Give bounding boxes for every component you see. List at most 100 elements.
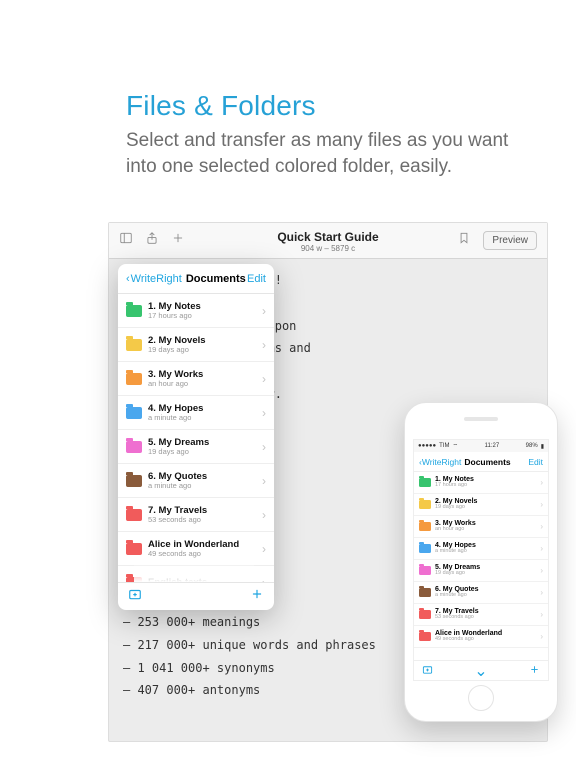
status-bar: ●●●●● TIM ⌔ 11:27 98% ▮	[414, 440, 548, 452]
chevron-right-icon: ›	[540, 522, 543, 531]
folder-time: 49 seconds ago	[435, 637, 502, 643]
chevron-right-icon: ›	[262, 440, 266, 454]
chevron-right-icon: ›	[540, 544, 543, 553]
new-folder-icon[interactable]	[128, 587, 142, 606]
folder-time: 17 hours ago	[148, 312, 201, 320]
folder-icon	[126, 339, 142, 351]
list-item[interactable]: 4. My Hopes a minute ago ›	[118, 396, 274, 430]
folder-time: a minute ago	[435, 549, 476, 555]
iphone-screen: ●●●●● TIM ⌔ 11:27 98% ▮ ‹WriteRight Docu…	[413, 439, 549, 681]
folder-time: 53 seconds ago	[435, 615, 479, 621]
folder-icon	[419, 588, 431, 597]
chevron-right-icon: ›	[540, 610, 543, 619]
new-folder-icon[interactable]	[422, 662, 433, 680]
hero-title: Files & Folders	[126, 90, 540, 122]
folder-list: 1. My Notes 17 hours ago › 2. My Novels …	[118, 294, 274, 582]
folder-icon	[126, 407, 142, 419]
chevron-right-icon: ›	[540, 588, 543, 597]
chevron-right-icon: ›	[540, 500, 543, 509]
iphone-device: ●●●●● TIM ⌔ 11:27 98% ▮ ‹WriteRight Docu…	[404, 402, 558, 722]
folder-icon	[419, 478, 431, 487]
list-item[interactable]: 5. My Dreams 19 days ago ›	[414, 560, 548, 582]
clock: 11:27	[461, 443, 523, 449]
documents-popover: ‹ WriteRight Documents Edit 1. My Notes …	[118, 264, 274, 610]
add-icon[interactable]	[529, 662, 540, 680]
folder-icon	[419, 566, 431, 575]
folder-icon	[126, 441, 142, 453]
back-button[interactable]: ‹ WriteRight	[126, 273, 182, 285]
chevron-down-icon[interactable]: ⌄	[474, 661, 487, 681]
folder-time: an hour ago	[148, 380, 203, 388]
popover-title: Documents	[186, 273, 246, 285]
plus-icon[interactable]	[171, 231, 185, 250]
battery-icon: ▮	[541, 443, 544, 450]
chevron-right-icon: ›	[262, 406, 266, 420]
list-item[interactable]: 1. My Notes 17 hours ago ›	[118, 294, 274, 328]
folder-icon	[126, 543, 142, 555]
iphone-edit-button[interactable]: Edit	[528, 457, 543, 467]
add-icon[interactable]	[250, 587, 264, 606]
list-item[interactable]: 6. My Quotes a minute ago ›	[118, 464, 274, 498]
list-item[interactable]: 6. My Quotes a minute ago ›	[414, 582, 548, 604]
list-item[interactable]: 3. My Works an hour ago ›	[118, 362, 274, 396]
chevron-right-icon: ›	[262, 542, 266, 556]
folder-time: 49 seconds ago	[148, 550, 239, 558]
list-item[interactable]: 3. My Works an hour ago ›	[414, 516, 548, 538]
sidebar-icon[interactable]	[119, 231, 133, 250]
folder-icon	[126, 509, 142, 521]
folder-time: an hour ago	[435, 527, 476, 533]
list-item[interactable]: 7. My Travels 53 seconds ago ›	[414, 604, 548, 626]
folder-icon	[126, 475, 142, 487]
preview-button[interactable]: Preview	[483, 231, 537, 250]
folder-time: 19 days ago	[148, 346, 206, 354]
iphone-title: Documents	[464, 457, 510, 467]
hero-subtitle: Select and transfer as many files as you…	[126, 128, 540, 179]
folder-time: 17 hours ago	[435, 483, 474, 489]
iphone-folder-list: 1. My Notes 17 hours ago › 2. My Novels …	[414, 472, 548, 660]
list-item[interactable]: 7. My Travels 53 seconds ago ›	[118, 498, 274, 532]
folder-time: 53 seconds ago	[148, 516, 207, 524]
chevron-right-icon: ›	[540, 632, 543, 641]
list-item[interactable]: English texts ›	[118, 566, 274, 582]
iphone-back-button[interactable]: ‹WriteRight	[419, 457, 461, 467]
chevron-right-icon: ›	[540, 478, 543, 487]
iphone-back-label: WriteRight	[422, 457, 462, 467]
folder-icon	[126, 305, 142, 317]
chevron-right-icon: ›	[262, 474, 266, 488]
chevron-left-icon: ‹	[126, 273, 130, 285]
chevron-right-icon: ›	[262, 508, 266, 522]
edit-button[interactable]: Edit	[247, 273, 266, 285]
list-item[interactable]: Alice in Wonderland 49 seconds ago ›	[414, 626, 548, 648]
popover-footer	[118, 582, 274, 610]
list-item[interactable]: 5. My Dreams 19 days ago ›	[118, 430, 274, 464]
folder-time: a minute ago	[435, 593, 479, 599]
folder-time: 19 days ago	[435, 505, 477, 511]
back-label: WriteRight	[131, 273, 182, 285]
folder-icon	[419, 610, 431, 619]
list-item[interactable]: Alice in Wonderland 49 seconds ago ›	[118, 532, 274, 566]
list-item[interactable]: 1. My Notes 17 hours ago ›	[414, 472, 548, 494]
iphone-nav: ‹WriteRight Documents Edit	[414, 452, 548, 472]
chevron-right-icon: ›	[262, 372, 266, 386]
chevron-right-icon: ›	[540, 566, 543, 575]
folder-time: a minute ago	[148, 414, 203, 422]
folder-icon	[419, 632, 431, 641]
list-item[interactable]: 2. My Novels 19 days ago ›	[118, 328, 274, 362]
popover-header: ‹ WriteRight Documents Edit	[118, 264, 274, 294]
ipad-toolbar: Preview	[109, 223, 547, 259]
chevron-right-icon: ›	[262, 338, 266, 352]
hero: Files & Folders Select and transfer as m…	[0, 0, 576, 179]
bookmark-icon[interactable]	[457, 231, 471, 250]
folder-icon	[419, 500, 431, 509]
list-item[interactable]: 2. My Novels 19 days ago ›	[414, 494, 548, 516]
folder-icon	[126, 373, 142, 385]
list-item[interactable]: 4. My Hopes a minute ago ›	[414, 538, 548, 560]
signal-icon: ●●●●●	[418, 443, 436, 449]
share-icon[interactable]	[145, 231, 159, 250]
folder-time: a minute ago	[148, 482, 207, 490]
folder-icon	[126, 577, 142, 583]
folder-icon	[419, 522, 431, 531]
carrier-label: TIM	[439, 443, 449, 449]
chevron-right-icon: ›	[262, 304, 266, 318]
folder-time: 19 days ago	[148, 448, 209, 456]
